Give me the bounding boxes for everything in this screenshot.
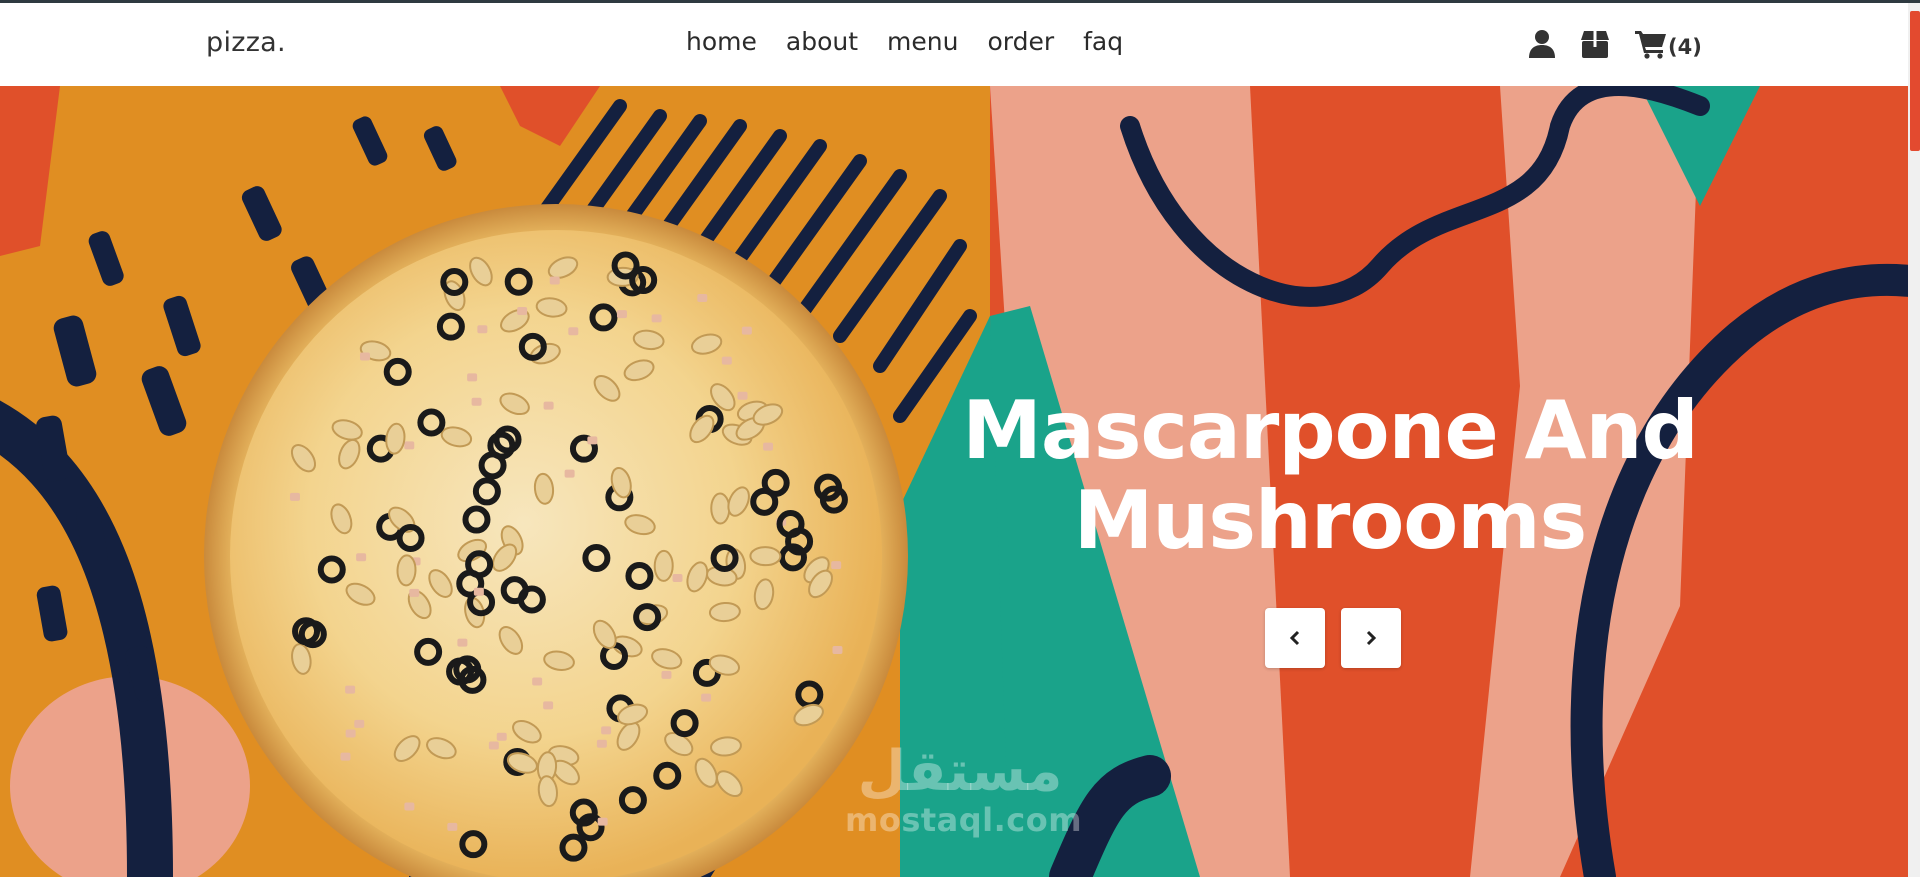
site-header: pizza. home about menu order faq (4) (0, 3, 1908, 86)
user-icon[interactable] (1528, 29, 1556, 59)
nav-faq[interactable]: faq (1083, 27, 1123, 56)
hero-title-line1: Mascarpone And (962, 384, 1698, 477)
main-nav: home about menu order faq (686, 27, 1123, 56)
watermark-latin: mostaql.com (845, 801, 1083, 839)
chevron-right-icon (1366, 630, 1377, 646)
nav-order[interactable]: order (987, 27, 1054, 56)
next-slide-button[interactable] (1341, 608, 1401, 668)
nav-menu[interactable]: menu (887, 27, 958, 56)
nav-about[interactable]: about (786, 27, 858, 56)
box-icon[interactable] (1580, 29, 1610, 59)
hero-slider: Mascarpone And Mushrooms مستقل mostaql.c… (0, 86, 1908, 877)
watermark-arabic: مستقل (857, 739, 1063, 804)
hero-title: Mascarpone And Mushrooms (960, 386, 1700, 566)
logo[interactable]: pizza. (206, 27, 286, 58)
hero-title-line2: Mushrooms (1073, 474, 1587, 567)
chevron-left-icon (1289, 630, 1300, 646)
cart-count: (4) (1668, 34, 1702, 59)
cart-icon (1635, 31, 1666, 59)
scrollbar-thumb[interactable] (1910, 11, 1920, 151)
watermark: مستقل mostaql.com (845, 739, 1083, 839)
prev-slide-button[interactable] (1265, 608, 1325, 668)
header-icons: (4) (1528, 29, 1702, 59)
cart-button[interactable]: (4) (1635, 29, 1702, 59)
nav-home[interactable]: home (686, 27, 757, 56)
